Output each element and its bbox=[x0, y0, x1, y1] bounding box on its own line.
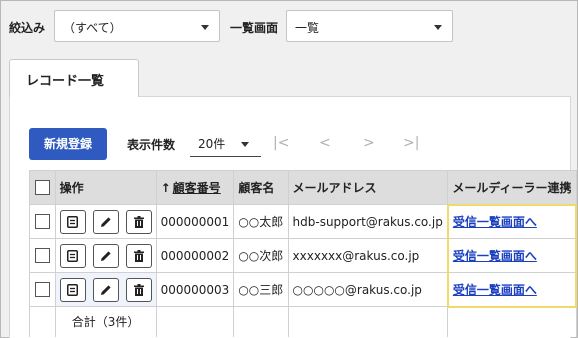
next-page-icon[interactable]: > bbox=[363, 135, 375, 151]
screen-select[interactable]: 一覧 bbox=[286, 10, 453, 42]
table-row: 000000002 ○○次郎 xxxxxxx@rakus.co.jp 受信一覧画… bbox=[29, 238, 578, 273]
tab-label: レコード一覧 bbox=[26, 74, 105, 89]
pencil-icon bbox=[100, 216, 111, 227]
edit-button[interactable] bbox=[92, 277, 119, 302]
per-page-value: 20件 bbox=[198, 137, 226, 151]
table-row: 000000001 ○○太郎 hdb-support@rakus.co.jp 受… bbox=[29, 203, 578, 239]
narrow-label: 絞込み bbox=[9, 21, 46, 35]
row-checkbox[interactable] bbox=[34, 282, 50, 297]
total-empty-cell bbox=[29, 306, 56, 337]
mail-dealer-header: メールディーラー連携 bbox=[447, 170, 577, 205]
prev-page-icon[interactable]: < bbox=[319, 135, 331, 151]
mail-dealer-cell: 受信一覧画面へ bbox=[446, 272, 578, 308]
total-count: 合計（3件） bbox=[54, 306, 157, 337]
customer-no-cell: 000000001 bbox=[155, 204, 235, 239]
email-cell: hdb-support@rakus.co.jp bbox=[287, 204, 449, 239]
row-checkbox[interactable] bbox=[34, 214, 50, 229]
detail-button[interactable] bbox=[59, 243, 86, 268]
ops-header: 操作 bbox=[54, 170, 157, 205]
customer-name-header: 顧客名 bbox=[233, 170, 289, 205]
inbox-list-link[interactable]: 受信一覧画面へ bbox=[453, 283, 537, 297]
narrow-select[interactable]: （すべて） bbox=[54, 10, 220, 42]
table-header-row: 操作 ↑ 顧客番号 顧客名 メールアドレス メールディーラー連携 bbox=[29, 170, 577, 205]
customer-no-cell: 000000002 bbox=[155, 238, 235, 273]
trash-icon bbox=[133, 249, 144, 262]
document-icon bbox=[67, 283, 79, 296]
customer-name-cell: ○○次郎 bbox=[233, 238, 289, 273]
total-empty-cell bbox=[155, 306, 235, 337]
chevron-down-icon bbox=[201, 25, 209, 30]
document-icon bbox=[67, 215, 79, 228]
email-cell: xxxxxxx@rakus.co.jp bbox=[287, 238, 449, 273]
customer-name-cell: ○○三郎 bbox=[233, 272, 289, 307]
filter-bar: 絞込み （すべて） 一覧画面 一覧 bbox=[1, 1, 577, 56]
pencil-icon bbox=[100, 284, 111, 295]
select-all-cell bbox=[29, 170, 56, 205]
screen-label: 一覧画面 bbox=[230, 21, 279, 35]
delete-button[interactable] bbox=[125, 243, 152, 268]
total-empty-cell bbox=[233, 306, 289, 337]
edit-button[interactable] bbox=[92, 209, 119, 234]
record-table: 操作 ↑ 顧客番号 顧客名 メールアドレス メールディーラー連携 00000000… bbox=[29, 170, 578, 337]
customer-no-header[interactable]: ↑ 顧客番号 bbox=[155, 170, 235, 205]
per-page-select[interactable]: 20件 bbox=[190, 131, 261, 157]
ops-cell bbox=[54, 204, 157, 239]
last-page-icon[interactable]: >| bbox=[403, 135, 419, 151]
detail-button[interactable] bbox=[59, 209, 86, 234]
inbox-list-link[interactable]: 受信一覧画面へ bbox=[453, 249, 537, 263]
document-icon bbox=[67, 249, 79, 262]
customer-name-cell: ○○太郎 bbox=[233, 204, 289, 239]
chevron-down-icon bbox=[434, 25, 442, 30]
chevron-down-icon bbox=[241, 142, 249, 147]
customer-no-header-label: 顧客番号 bbox=[172, 181, 221, 195]
screen-select-value: 一覧 bbox=[295, 21, 320, 35]
table-row: 000000003 ○○三郎 ○○○○○@rakus.co.jp 受信一覧画面へ bbox=[29, 272, 578, 308]
narrow-select-value: （すべて） bbox=[63, 21, 122, 35]
new-record-button[interactable]: 新規登録 bbox=[29, 128, 107, 160]
total-empty-cell bbox=[287, 306, 449, 337]
total-empty-cell bbox=[447, 306, 577, 337]
edit-button[interactable] bbox=[92, 243, 119, 268]
table-total-row: 合計（3件） bbox=[29, 306, 577, 337]
pencil-icon bbox=[100, 250, 111, 261]
select-all-checkbox[interactable] bbox=[34, 180, 50, 195]
trash-icon bbox=[133, 283, 144, 296]
delete-button[interactable] bbox=[125, 277, 152, 302]
row-select-cell bbox=[29, 204, 56, 239]
first-page-icon[interactable]: |< bbox=[273, 135, 289, 151]
per-page-label: 表示件数 bbox=[127, 138, 176, 152]
row-select-cell bbox=[29, 272, 56, 307]
ops-cell bbox=[54, 238, 157, 273]
mail-dealer-cell: 受信一覧画面へ bbox=[446, 203, 578, 239]
customer-no-cell: 000000003 bbox=[155, 272, 235, 307]
delete-button[interactable] bbox=[125, 209, 152, 234]
mail-dealer-cell: 受信一覧画面へ bbox=[446, 238, 578, 273]
row-select-cell bbox=[29, 238, 56, 273]
trash-icon bbox=[133, 215, 144, 228]
detail-button[interactable] bbox=[59, 277, 86, 302]
inbox-list-link[interactable]: 受信一覧画面へ bbox=[453, 215, 537, 229]
row-checkbox[interactable] bbox=[34, 248, 50, 263]
email-header: メールアドレス bbox=[287, 170, 449, 205]
ops-cell bbox=[54, 272, 157, 307]
tab-record-list[interactable]: レコード一覧 bbox=[9, 59, 139, 97]
sort-asc-icon: ↑ bbox=[160, 181, 171, 195]
email-cell: ○○○○○@rakus.co.jp bbox=[287, 272, 449, 307]
